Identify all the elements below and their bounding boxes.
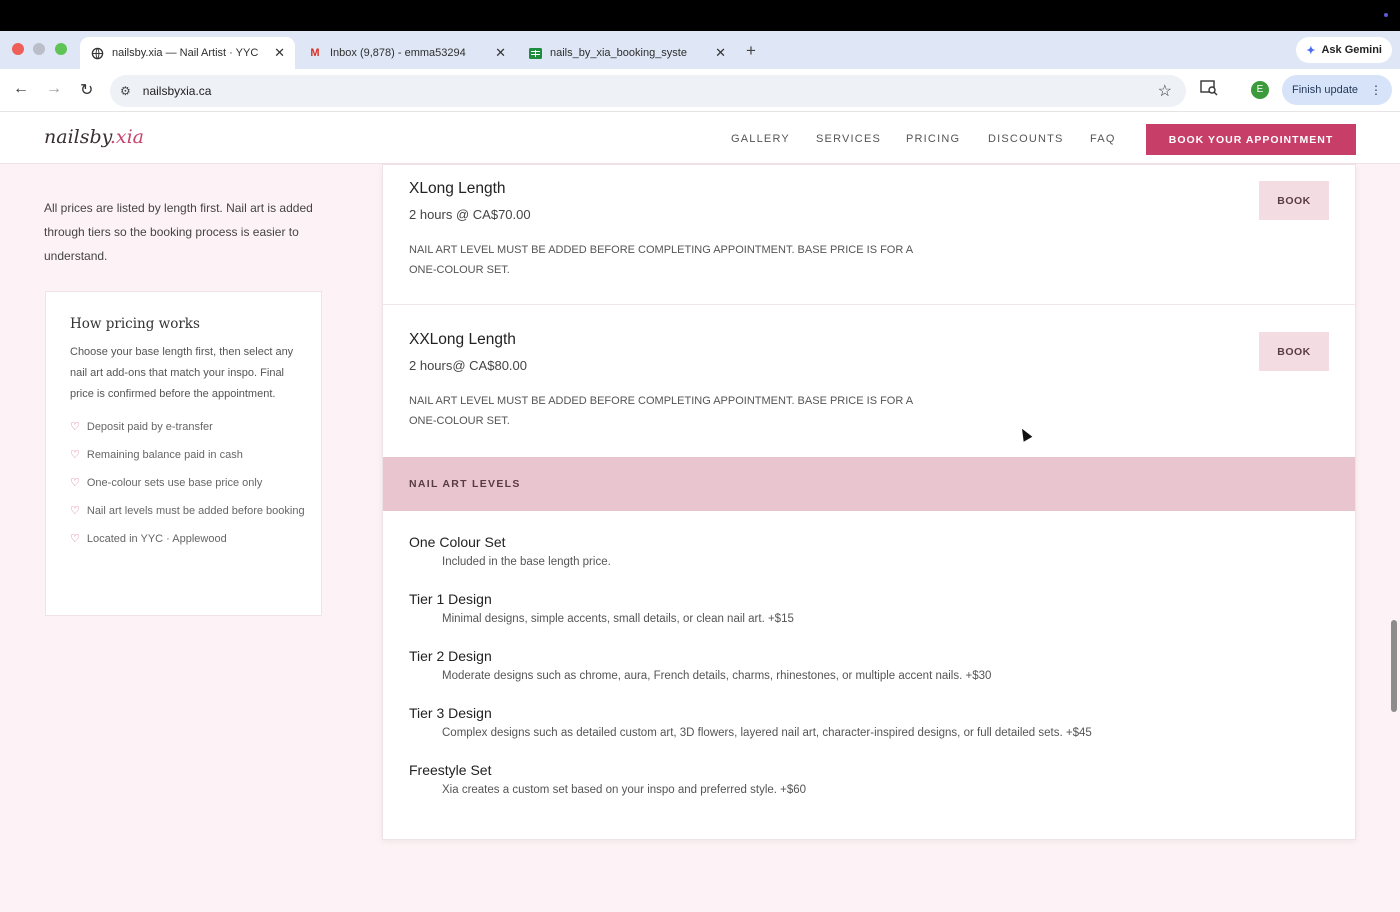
level-desc: Xia creates a custom set based on your i… bbox=[442, 784, 807, 796]
reload-icon[interactable]: ↻ bbox=[80, 80, 93, 100]
bullet-text: Nail art levels must be added before boo… bbox=[86, 505, 305, 517]
tab-booking-sheet[interactable]: nails_by_xia_booking_syste ✕ bbox=[518, 37, 736, 69]
bullet-text: One-colour sets use base price only bbox=[86, 477, 263, 489]
ask-gemini-label: Ask Gemini bbox=[1321, 44, 1382, 56]
nail-art-level: Tier 1 Design Minimal designs, simple ac… bbox=[409, 591, 794, 625]
level-desc: Minimal designs, simple accents, small d… bbox=[442, 613, 794, 625]
tab-nailsbyxia[interactable]: nailsby.xia — Nail Artist · YYC ✕ bbox=[80, 37, 295, 69]
level-name: Tier 3 Design bbox=[409, 705, 492, 721]
close-tab-icon[interactable]: ✕ bbox=[495, 45, 506, 61]
nav-faq[interactable]: FAQ bbox=[1090, 133, 1116, 145]
level-desc: Complex designs such as detailed custom … bbox=[442, 727, 1092, 739]
level-name: Tier 1 Design bbox=[409, 591, 492, 607]
service-note: NAIL ART LEVEL MUST BE ADDED BEFORE COMP… bbox=[409, 244, 913, 276]
nav-pricing[interactable]: PRICING bbox=[906, 133, 960, 145]
bullet-text: Deposit paid by e-transfer bbox=[86, 421, 213, 433]
logo-accent: .xia bbox=[109, 126, 145, 148]
service-xxlong: XXLong Length 2 hours@ CA$80.00 NAIL ART… bbox=[383, 305, 1355, 457]
service-time-price: 2 hours@ CA$80.00 bbox=[409, 358, 527, 373]
level-desc: Moderate designs such as chrome, aura, F… bbox=[442, 670, 992, 682]
more-menu-icon[interactable]: ⋮ bbox=[1370, 83, 1382, 97]
pricing-intro-text: All prices are listed by length first. N… bbox=[44, 201, 313, 263]
services-panel: XLong Length 2 hours @ CA$70.00 NAIL ART… bbox=[382, 164, 1356, 840]
list-item: ♡ Nail art levels must be added before bo… bbox=[70, 503, 305, 520]
bullet-text: Located in YYC · Applewood bbox=[86, 533, 227, 545]
nail-art-level: One Colour Set Included in the base leng… bbox=[409, 534, 611, 568]
heart-icon: ♡ bbox=[70, 477, 80, 489]
bookmark-star-icon[interactable]: ☆ bbox=[1158, 81, 1172, 101]
nav-services[interactable]: SERVICES bbox=[816, 133, 881, 145]
tab-search-icon[interactable] bbox=[1200, 80, 1218, 101]
address-toolbar: ← → ↻ ⚙ nailsbyxia.ca ☆ bbox=[0, 69, 1400, 112]
maximize-window-button[interactable] bbox=[55, 43, 67, 55]
list-item: ♡ One-colour sets use base price only bbox=[70, 475, 305, 492]
service-xlong: XLong Length 2 hours @ CA$70.00 NAIL ART… bbox=[383, 165, 1355, 305]
tab-title: Inbox (9,878) - emma53294 bbox=[330, 47, 466, 59]
site-settings-icon[interactable]: ⚙ bbox=[120, 84, 131, 98]
nail-art-levels-header: NAIL ART LEVELS bbox=[383, 457, 1355, 511]
level-desc: Included in the base length price. bbox=[442, 556, 611, 568]
list-item: ♡ Remaining balance paid in cash bbox=[70, 447, 305, 464]
service-name: XXLong Length bbox=[409, 331, 516, 348]
card-text: Choose your base length first, then sele… bbox=[70, 346, 294, 400]
site-logo[interactable]: nailsby.xia bbox=[44, 126, 144, 148]
nav-discounts[interactable]: DISCOUNTS bbox=[988, 133, 1064, 145]
bullet-text: Remaining balance paid in cash bbox=[86, 449, 243, 461]
finish-update-button[interactable]: Finish update ⋮ bbox=[1282, 75, 1392, 105]
level-name: One Colour Set bbox=[409, 534, 506, 550]
service-note: NAIL ART LEVEL MUST BE ADDED BEFORE COMP… bbox=[409, 395, 913, 427]
tab-title: nailsby.xia — Nail Artist · YYC bbox=[112, 47, 259, 59]
section-heading: NAIL ART LEVELS bbox=[409, 478, 521, 490]
nav-gallery[interactable]: GALLERY bbox=[731, 133, 790, 145]
book-button[interactable]: BOOK bbox=[1259, 332, 1329, 371]
close-window-button[interactable] bbox=[12, 43, 24, 55]
nail-art-level: Tier 2 Design Moderate designs such as c… bbox=[409, 648, 991, 682]
minimize-window-button[interactable] bbox=[33, 43, 45, 55]
close-tab-icon[interactable]: ✕ bbox=[715, 45, 726, 61]
finish-update-label: Finish update bbox=[1292, 84, 1359, 96]
profile-avatar[interactable]: E bbox=[1251, 81, 1269, 99]
tab-inbox[interactable]: M Inbox (9,878) - emma53294 ✕ bbox=[298, 37, 516, 69]
ask-gemini-button[interactable]: ✦ Ask Gemini bbox=[1296, 37, 1392, 63]
book-button[interactable]: BOOK bbox=[1259, 181, 1329, 220]
web-page: nailsby.xia GALLERY SERVICES PRICING DIS… bbox=[0, 112, 1400, 912]
sheets-icon bbox=[528, 46, 542, 60]
gmail-icon: M bbox=[310, 47, 320, 59]
url-text: nailsbyxia.ca bbox=[142, 84, 212, 98]
how-pricing-works-card: How pricing works Choose your base lengt… bbox=[45, 291, 322, 616]
card-title: How pricing works bbox=[70, 316, 200, 332]
back-arrow-icon[interactable]: ← bbox=[13, 80, 29, 98]
book-appointment-button[interactable]: BOOK YOUR APPOINTMENT bbox=[1146, 124, 1356, 155]
pricing-bullets: ♡ Deposit paid by e-transfer ♡ Remaining b… bbox=[70, 419, 305, 548]
heart-icon: ♡ bbox=[70, 421, 80, 433]
service-time-price: 2 hours @ CA$70.00 bbox=[409, 207, 531, 222]
heart-icon: ♡ bbox=[70, 505, 80, 517]
heart-icon: ♡ bbox=[70, 449, 80, 461]
status-dot bbox=[1384, 13, 1388, 17]
globe-icon bbox=[90, 46, 104, 60]
nail-art-level: Freestyle Set Xia creates a custom set b… bbox=[409, 762, 806, 796]
address-bar[interactable]: ⚙ nailsbyxia.ca ☆ bbox=[110, 75, 1186, 107]
new-tab-button[interactable]: + bbox=[746, 41, 756, 61]
service-name: XLong Length bbox=[409, 180, 506, 197]
heart-icon: ♡ bbox=[70, 533, 80, 545]
level-name: Tier 2 Design bbox=[409, 648, 492, 664]
nail-art-level: Tier 3 Design Complex designs such as de… bbox=[409, 705, 1092, 739]
logo-main: nailsby bbox=[44, 126, 110, 148]
site-header: nailsby.xia GALLERY SERVICES PRICING DIS… bbox=[0, 112, 1400, 164]
browser-tab-strip: nailsby.xia — Nail Artist · YYC ✕ M Inbo… bbox=[0, 31, 1400, 69]
list-item: ♡ Located in YYC · Applewood bbox=[70, 531, 305, 548]
os-top-bar bbox=[0, 0, 1400, 31]
list-item: ♡ Deposit paid by e-transfer bbox=[70, 419, 305, 436]
page-scrollbar[interactable] bbox=[1391, 620, 1397, 712]
close-tab-icon[interactable]: ✕ bbox=[274, 45, 285, 61]
tab-title: nails_by_xia_booking_syste bbox=[550, 47, 687, 59]
level-name: Freestyle Set bbox=[409, 762, 492, 778]
sparkle-icon: ✦ bbox=[1306, 44, 1316, 57]
forward-arrow-icon[interactable]: → bbox=[46, 80, 62, 98]
